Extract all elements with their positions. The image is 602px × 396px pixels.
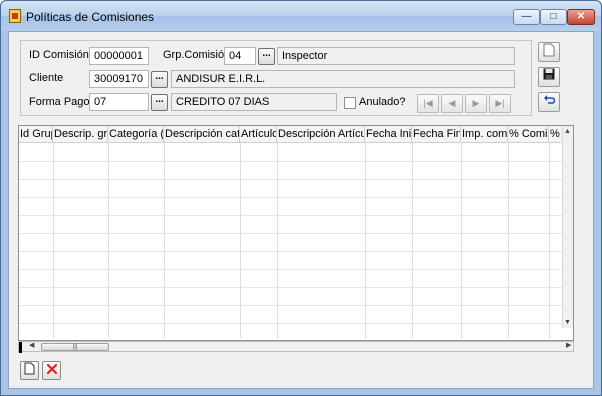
column-header[interactable]: Fecha Final (412, 126, 461, 143)
cliente-label: Cliente (29, 72, 64, 84)
column-header[interactable]: Categoría (2) (108, 126, 164, 143)
grp-comision-lookup-button[interactable]: ... (258, 48, 275, 65)
undo-button[interactable] (538, 92, 560, 112)
maximize-button[interactable]: □ (540, 9, 567, 25)
new-record-button[interactable] (538, 42, 560, 62)
column-header[interactable]: Id Grupo (19, 126, 53, 143)
scroll-left-icon[interactable]: ◀ (29, 341, 34, 349)
floppy-disk-icon (543, 68, 555, 80)
title-bar[interactable]: Políticas de Comisiones — □ ✕ (1, 1, 601, 31)
column-header[interactable]: Descripción categoría (164, 126, 240, 143)
delete-x-icon (46, 363, 57, 375)
cliente-lookup-button[interactable]: ... (151, 71, 168, 88)
minimize-button[interactable]: — (513, 9, 540, 25)
grid-line (19, 161, 564, 162)
grid-line (19, 233, 564, 234)
forma-pago-lookup-button[interactable]: ... (151, 94, 168, 111)
grid-line (461, 143, 462, 338)
id-comision-field[interactable]: 00000001 (89, 47, 149, 65)
nav-next-button[interactable]: ▶ (465, 94, 487, 113)
document-icon (543, 43, 555, 57)
save-button[interactable] (538, 67, 560, 87)
column-header[interactable]: Descrip. grupo (53, 126, 108, 143)
nav-prev-button[interactable]: ◀ (441, 94, 463, 113)
cliente-desc: ANDISUR E.I.R.L. (171, 70, 515, 88)
undo-icon (544, 95, 556, 104)
row-indicator (19, 342, 22, 353)
client-area: ID Comisión: 00000001 Grp.Comisión: 04 .… (8, 31, 594, 389)
grid-line (19, 179, 564, 180)
scroll-up-icon[interactable]: ▲ (564, 128, 571, 135)
grp-comision-field[interactable]: 04 (224, 47, 256, 65)
scroll-down-icon[interactable]: ▼ (564, 319, 571, 326)
header-groupbox: ID Comisión: 00000001 Grp.Comisión: 04 .… (20, 40, 532, 116)
add-row-button[interactable] (20, 361, 39, 380)
app-icon (9, 9, 21, 23)
grid-line (412, 143, 413, 338)
scroll-right-icon[interactable]: ▶ (566, 341, 571, 349)
anulado-label: Anulado? (359, 96, 406, 108)
forma-pago-label: Forma Pago: (29, 96, 93, 108)
grid-line (549, 143, 550, 338)
forma-pago-field[interactable]: 07 (89, 93, 149, 111)
document-icon (24, 362, 35, 375)
grid-line (19, 287, 564, 288)
column-header[interactable]: Fecha Inicio (365, 126, 412, 143)
id-comision-label: ID Comisión: (29, 49, 92, 61)
grid-line (19, 215, 564, 216)
forma-pago-desc: CREDITO 07 DIAS (171, 93, 337, 111)
nav-last-button[interactable]: ▶| (489, 94, 511, 113)
cliente-field[interactable]: 30009170 (89, 70, 149, 88)
horizontal-scrollbar[interactable]: ◀ ||| ▶ (18, 341, 574, 353)
grid-line (365, 143, 366, 338)
grid-line (164, 143, 165, 338)
column-header[interactable]: Artículo (240, 126, 277, 143)
main-window: Políticas de Comisiones — □ ✕ ID Comisió… (0, 0, 602, 396)
grid-line (53, 143, 54, 338)
grid-line (508, 143, 509, 338)
column-header[interactable]: % Comis. (508, 126, 549, 143)
grid-line (108, 143, 109, 338)
anulado-checkbox[interactable] (344, 97, 356, 109)
commissions-grid[interactable]: Id Grupo Descrip. grupo Categoría (2) De… (18, 125, 574, 341)
grp-comision-desc: Inspector (277, 47, 515, 65)
scroll-thumb[interactable]: ||| (41, 343, 109, 351)
nav-first-button[interactable]: |◀ (417, 94, 439, 113)
close-button[interactable]: ✕ (567, 9, 595, 25)
delete-row-button[interactable] (42, 361, 61, 380)
column-header[interactable]: Descripción Artículo (277, 126, 365, 143)
grp-comision-label: Grp.Comisión: (163, 49, 234, 61)
grid-line (19, 197, 564, 198)
grid-line (19, 269, 564, 270)
grid-line (240, 143, 241, 338)
grid-line (19, 305, 564, 306)
grid-line (19, 323, 564, 324)
vertical-scrollbar[interactable]: ▲ ▼ (562, 126, 573, 328)
column-header[interactable]: Imp. comis. (461, 126, 508, 143)
window-title: Políticas de Comisiones (26, 10, 155, 24)
grid-line (277, 143, 278, 338)
grid-line (19, 251, 564, 252)
grid-header: Id Grupo Descrip. grupo Categoría (2) De… (19, 126, 564, 143)
